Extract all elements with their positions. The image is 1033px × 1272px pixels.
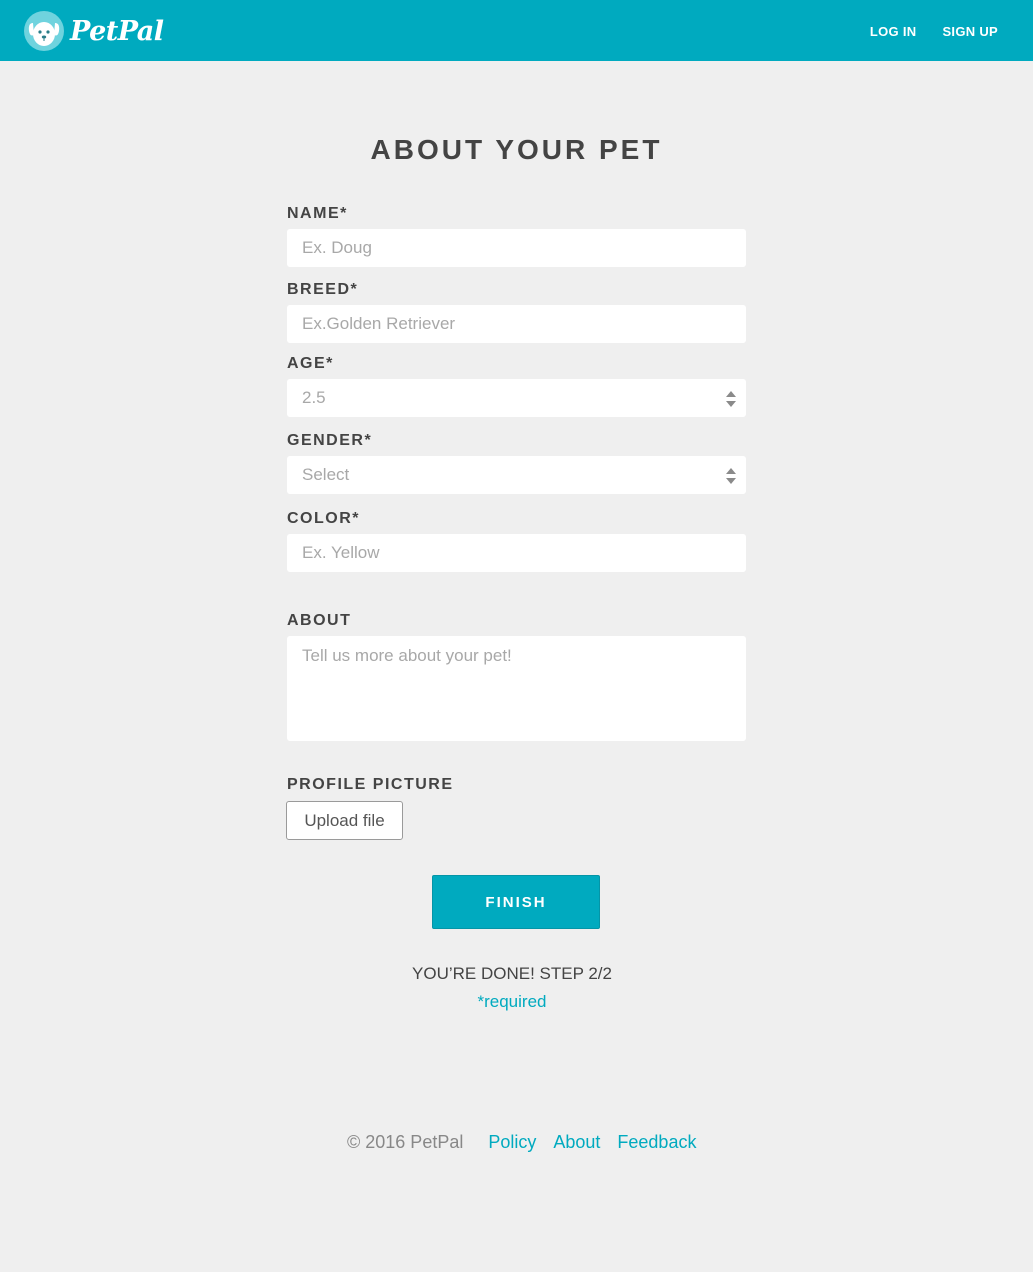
step-indicator: YOU’RE DONE! STEP 2/2 [412,964,612,983]
finish-button[interactable]: FINISH [432,875,600,929]
gender-select[interactable]: Select [287,456,746,494]
gender-selected-value: Select [302,465,350,484]
about-label: ABOUT [287,612,352,629]
brand-logo[interactable]: PetPal [24,11,164,51]
color-input[interactable] [287,534,746,572]
nav-links: LOG IN SIGN UP [844,24,998,39]
gender-label: GENDER* [287,432,373,449]
page-title: ABOUT YOUR PET [370,134,663,165]
color-label: COLOR* [287,510,360,527]
footer-policy-link[interactable]: Policy [488,1132,536,1153]
stepper-arrows-icon[interactable] [726,390,736,408]
breed-input[interactable] [287,305,746,343]
about-textarea[interactable] [287,636,746,741]
select-arrows-icon [726,468,736,484]
copyright: © 2016 PetPal [347,1132,464,1152]
required-note: *required [477,992,547,1011]
footer-about-link[interactable]: About [553,1132,600,1153]
dog-icon [24,11,64,51]
footer: © 2016 PetPal Policy About Feedback [347,1132,713,1153]
name-input[interactable] [287,229,746,267]
signup-link[interactable]: SIGN UP [942,24,998,39]
breed-label: BREED* [287,281,359,298]
brand-name: PetPal [70,15,164,47]
upload-file-button[interactable]: Upload file [286,801,403,840]
age-number-input[interactable]: 2.5 [287,379,746,417]
age-value: 2.5 [302,388,326,407]
login-link[interactable]: LOG IN [870,24,917,39]
footer-feedback-link[interactable]: Feedback [617,1132,696,1153]
name-label: NAME* [287,205,348,222]
top-navbar: PetPal LOG IN SIGN UP [0,0,1033,61]
age-label: AGE* [287,355,334,372]
profile-picture-label: PROFILE PICTURE [287,776,454,793]
